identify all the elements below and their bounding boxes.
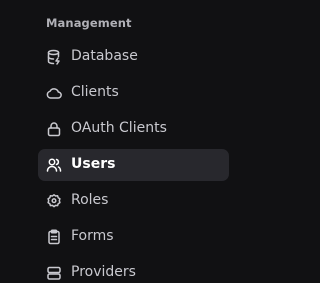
sidebar-item-label: Roles bbox=[71, 192, 109, 208]
badge-icon bbox=[46, 193, 62, 209]
sidebar: Management Database Clients OAuth Client… bbox=[0, 0, 265, 283]
users-icon bbox=[46, 157, 62, 173]
sidebar-item-label: Clients bbox=[71, 84, 119, 100]
sidebar-item-database[interactable]: Database bbox=[0, 39, 265, 75]
lock-icon bbox=[46, 121, 62, 137]
cloud-icon bbox=[46, 85, 62, 101]
sidebar-item-label: Database bbox=[71, 48, 138, 64]
database-icon bbox=[46, 49, 62, 65]
sidebar-item-users[interactable]: Users bbox=[0, 147, 265, 183]
sidebar-item-label: Providers bbox=[71, 264, 136, 280]
sidebar-item-forms[interactable]: Forms bbox=[0, 219, 265, 255]
nav-list: Database Clients OAuth Clients Users Rol… bbox=[0, 39, 265, 283]
sidebar-item-label: OAuth Clients bbox=[71, 120, 167, 136]
sidebar-item-clients[interactable]: Clients bbox=[0, 75, 265, 111]
sidebar-item-label: Forms bbox=[71, 228, 114, 244]
sidebar-item-oauth-clients[interactable]: OAuth Clients bbox=[0, 111, 265, 147]
sidebar-item-roles[interactable]: Roles bbox=[0, 183, 265, 219]
section-title: Management bbox=[46, 16, 132, 30]
clipboard-icon bbox=[46, 229, 62, 245]
server-icon bbox=[46, 265, 62, 281]
sidebar-item-providers[interactable]: Providers bbox=[0, 255, 265, 283]
sidebar-item-label: Users bbox=[71, 156, 116, 172]
